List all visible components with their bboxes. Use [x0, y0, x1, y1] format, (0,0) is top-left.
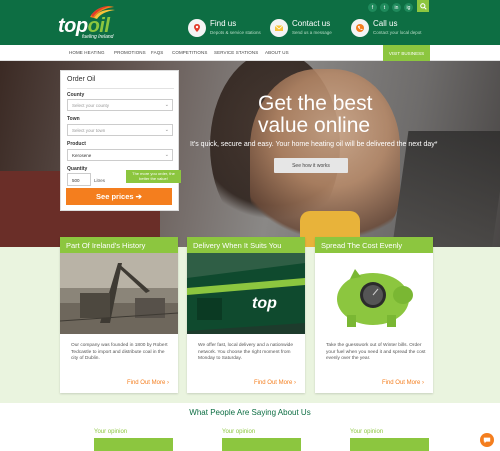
piggy-bank-photo: [315, 253, 433, 334]
quantity-tip: The more you order, the better the value…: [126, 170, 181, 183]
chevron-down-icon: ⌄: [164, 102, 169, 108]
spread-cost-card: Spread The Cost Evenly Take the guesswor…: [315, 237, 433, 393]
card-title: Part Of Ireland's History: [60, 237, 178, 253]
map-pin-icon: [188, 19, 206, 37]
arrow-circle-icon: ➔: [135, 192, 142, 201]
chevron-down-icon: ⌄: [164, 152, 169, 158]
town-label: Town: [67, 116, 80, 122]
opinion-card: [350, 438, 429, 451]
divider: [67, 88, 174, 89]
nav-faqs[interactable]: FAQS: [151, 50, 163, 55]
opinion-card: [94, 438, 173, 451]
contact-us-subtitle: Send us a message: [292, 30, 332, 35]
card-description: Take the guesswork out of Winter bills. …: [326, 343, 426, 361]
call-us-subtitle: Contact your local depot: [373, 30, 422, 35]
card-title: Spread The Cost Evenly: [315, 237, 433, 253]
quantity-unit: Litres: [94, 178, 106, 183]
testimonials-section: What People Are Saying About Us Your opi…: [0, 403, 500, 451]
opinion-label: Your opinion: [350, 429, 384, 435]
hero-headline: Get the best value online: [258, 92, 373, 137]
svg-text:top: top: [252, 295, 277, 312]
delivery-truck-photo: top: [187, 253, 305, 334]
quantity-label: Quantity: [67, 166, 88, 172]
opinion-card: [222, 438, 301, 451]
town-select[interactable]: Select your town ⌄: [67, 124, 173, 136]
call-us-title: Call us: [373, 19, 398, 28]
county-select[interactable]: Select your county ⌄: [67, 99, 173, 111]
hero-photo-laptop: [391, 131, 500, 247]
see-how-it-works-button[interactable]: See how it works: [274, 158, 348, 173]
history-photo: [60, 253, 178, 334]
quantity-input[interactable]: 500: [67, 173, 91, 186]
product-label: Product: [67, 141, 86, 147]
hero-subtext: It's quick, secure and easy. Your home h…: [190, 141, 438, 148]
facebook-icon[interactable]: f: [368, 3, 377, 12]
delivery-card: Delivery When It Suits You top We offer …: [187, 237, 305, 393]
find-out-more-link[interactable]: Find Out More ›: [127, 380, 169, 386]
chevron-down-icon: ⌄: [164, 127, 169, 133]
opinion-label: Your opinion: [94, 429, 128, 435]
card-title: Delivery When It Suits You: [187, 237, 305, 253]
nav-competitions[interactable]: COMPETITIONS: [172, 50, 207, 55]
phone-icon: [351, 19, 369, 37]
find-us-subtitle: Depots & service stations: [210, 30, 261, 35]
linkedin-icon[interactable]: in: [392, 3, 401, 12]
find-out-more-link[interactable]: Find Out More ›: [382, 380, 424, 386]
envelope-icon: [270, 19, 288, 37]
history-card: Part Of Ireland's History Our company wa…: [60, 237, 178, 393]
nav-home-heating[interactable]: HOME HEATING: [69, 50, 105, 55]
find-us-title: Find us: [210, 19, 237, 28]
nav-promotions[interactable]: PROMOTIONS: [114, 50, 146, 55]
county-label: County: [67, 92, 85, 98]
top-oil-logo[interactable]: topoil fueling Ireland: [58, 5, 118, 41]
see-prices-button[interactable]: See prices ➔: [66, 188, 172, 205]
instagram-icon[interactable]: ig: [404, 3, 413, 12]
logo-tagline: fueling Ireland: [82, 34, 114, 40]
search-button[interactable]: [417, 0, 429, 12]
site-header: topoil fueling Ireland Find us Depots & …: [0, 0, 500, 45]
nav-about-us[interactable]: ABOUT US: [265, 50, 289, 55]
twitter-icon[interactable]: t: [380, 3, 389, 12]
card-description: We offer fast, local delivery and a nati…: [198, 343, 294, 361]
nav-service-stations[interactable]: SERVICE STATIONS: [214, 50, 258, 55]
chat-button[interactable]: [480, 433, 494, 447]
contact-us-title: Contact us: [292, 19, 331, 28]
find-out-more-link[interactable]: Find Out More ›: [254, 380, 296, 386]
card-description: Our company was founded in 1800 by Rober…: [71, 343, 168, 361]
opinion-label: Your opinion: [222, 429, 256, 435]
product-select[interactable]: Kerosene ⌄: [67, 149, 173, 161]
testimonials-title: What People Are Saying About Us: [189, 408, 311, 417]
chat-bubble-icon: [483, 437, 491, 444]
search-icon: [419, 2, 427, 10]
visit-business-button[interactable]: VISIT BUSINESS: [383, 45, 430, 61]
order-form-title: Order Oil: [67, 76, 96, 83]
